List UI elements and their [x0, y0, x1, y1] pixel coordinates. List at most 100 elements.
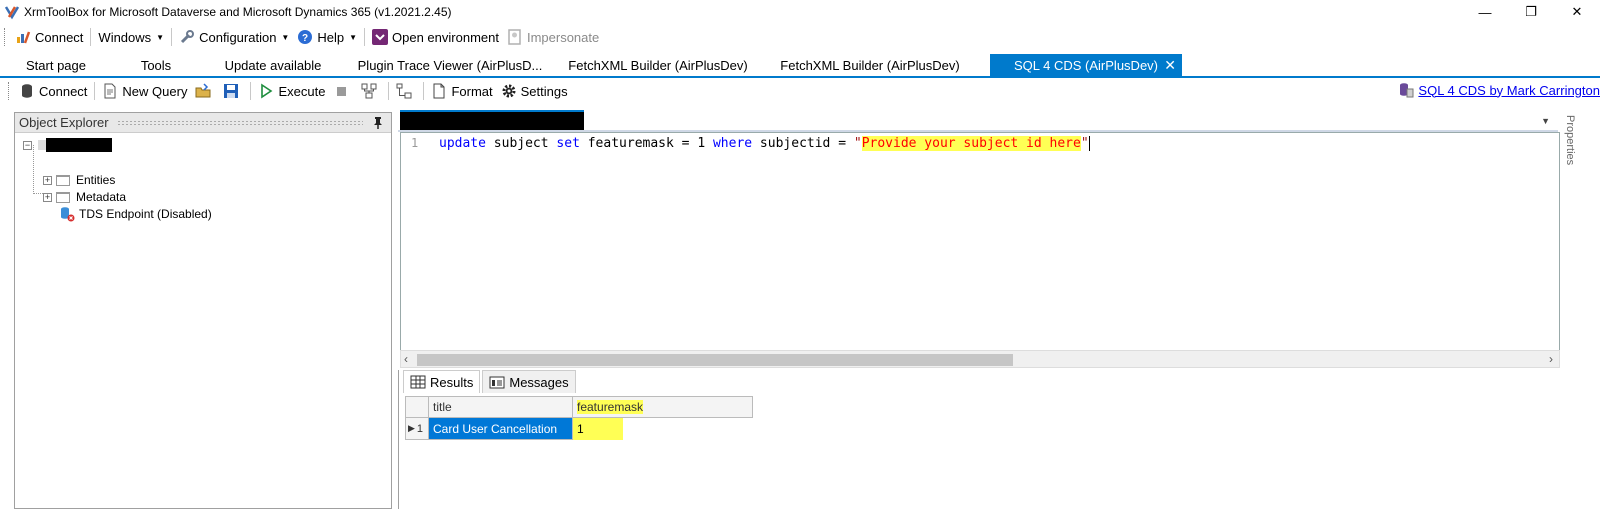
tab-results[interactable]: Results — [403, 370, 481, 393]
tab-label: Update available — [224, 57, 322, 73]
chevron-down-icon[interactable]: ▼ — [1541, 116, 1550, 126]
redacted-connection-name — [46, 138, 112, 152]
connect-button[interactable]: Connect — [11, 26, 87, 48]
toolbar-separator — [388, 82, 390, 100]
new-query-button[interactable]: New Query — [98, 80, 191, 102]
new-query-label: New Query — [122, 83, 188, 99]
stop-button[interactable] — [329, 80, 357, 102]
query-plan-button[interactable] — [392, 80, 420, 102]
scroll-right-icon[interactable]: › — [1549, 352, 1553, 366]
row-index: 1 — [416, 422, 424, 435]
xrmtoolbox-logo-icon — [4, 6, 20, 20]
execute-button[interactable]: Execute — [254, 80, 329, 102]
panel-drag-grip[interactable] — [116, 119, 363, 126]
line-number: 1 — [411, 136, 419, 150]
format-button[interactable]: Format — [427, 80, 496, 102]
collapse-icon[interactable]: − — [23, 140, 32, 150]
stop-icon — [337, 87, 347, 96]
minimize-button[interactable]: — — [1462, 0, 1508, 24]
expand-icon[interactable]: + — [43, 175, 52, 185]
horizontal-scrollbar[interactable]: ‹ › — [400, 350, 1560, 368]
windows-menu[interactable]: Windows ▼ — [94, 26, 168, 48]
tab-fetchxml-builder-1[interactable]: FetchXML Builder (AirPlusDev) — [560, 54, 756, 76]
close-icon[interactable]: ✕ — [1164, 57, 1176, 74]
string-quote: " — [853, 136, 862, 151]
row-header[interactable]: ▶ 1 — [405, 418, 429, 440]
object-explorer-header: Object Explorer — [15, 113, 391, 133]
convert-to-fetchxml-button[interactable] — [357, 80, 385, 102]
author-link-label: SQL 4 CDS by Mark Carrington — [1418, 82, 1600, 98]
sql-code-line[interactable]: update subject set featuremask = 1 where… — [439, 136, 1090, 151]
query-document-tab[interactable] — [400, 110, 584, 130]
toolbar-separator — [90, 28, 92, 46]
play-icon — [261, 83, 273, 99]
toolbar-separator — [171, 28, 173, 46]
help-menu[interactable]: ? Help ▼ — [293, 26, 361, 48]
toolbar-grip[interactable] — [8, 82, 11, 100]
settings-button[interactable]: Settings — [497, 80, 572, 102]
tab-update-available[interactable]: Update available — [210, 54, 336, 76]
tree-node-tds-endpoint[interactable]: TDS Endpoint (Disabled) — [59, 206, 212, 222]
tab-messages[interactable]: Messages — [482, 370, 576, 393]
help-icon: ? — [298, 30, 313, 44]
tab-start-page[interactable]: Start page — [10, 54, 102, 76]
column-header-label: featuremask — [577, 400, 644, 414]
tab-tools[interactable]: Tools — [116, 54, 196, 76]
tree-node-label: TDS Endpoint (Disabled) — [79, 207, 212, 221]
column-header-title[interactable]: title — [429, 396, 573, 418]
database-icon — [22, 84, 32, 98]
toolbar-separator — [250, 82, 252, 100]
scrollbar-thumb[interactable] — [417, 354, 1013, 366]
save-button[interactable] — [219, 80, 247, 102]
restore-button[interactable]: ❐ — [1508, 0, 1554, 24]
expand-icon[interactable]: + — [43, 192, 52, 202]
tab-fetchxml-builder-2[interactable]: FetchXML Builder (AirPlusDev) — [772, 54, 968, 76]
object-explorer-title: Object Explorer — [19, 115, 109, 130]
tds-endpoint-disabled-icon — [61, 207, 75, 222]
sql-editor[interactable]: 1 update subject set featuremask = 1 whe… — [400, 132, 1560, 352]
plugin-connect-button[interactable]: Connect — [15, 80, 91, 102]
cell-title[interactable]: Card User Cancellation — [429, 418, 573, 440]
scroll-left-icon[interactable]: ‹ — [404, 352, 408, 366]
pin-icon[interactable] — [371, 116, 385, 130]
windows-label: Windows — [98, 29, 152, 45]
tab-plugin-trace-viewer[interactable]: Plugin Trace Viewer (AirPlusD... — [354, 54, 546, 76]
configuration-menu[interactable]: Configuration ▼ — [175, 26, 293, 48]
tree-node-metadata[interactable]: + Metadata — [43, 189, 126, 205]
query-editor-area: ▼ 1 update subject set featuremask = 1 w… — [398, 110, 1600, 368]
properties-tab[interactable]: Properties — [1562, 115, 1576, 165]
cell-value: 1 — [573, 418, 623, 440]
row-indicator-icon: ▶ — [408, 423, 415, 433]
help-label: Help — [317, 29, 345, 45]
keyword-update: update — [439, 136, 486, 151]
save-icon — [224, 84, 239, 98]
open-environment-label: Open environment — [392, 29, 499, 45]
impersonate-button[interactable]: Impersonate — [503, 26, 603, 48]
execute-label: Execute — [278, 83, 326, 99]
settings-label: Settings — [520, 83, 568, 99]
folder-icon — [56, 174, 70, 186]
tree-node-connection[interactable]: − — [23, 137, 112, 153]
open-file-button[interactable] — [191, 80, 219, 102]
column-header-featuremask[interactable]: featuremask — [573, 396, 753, 418]
main-toolbar: Connect Windows ▼ Configuration ▼ ? Help… — [0, 24, 1600, 50]
toolbar-grip[interactable] — [4, 28, 7, 46]
tab-label: Plugin Trace Viewer (AirPlusD... — [357, 57, 543, 73]
tab-label: Start page — [26, 57, 86, 73]
tree-node-entities[interactable]: + Entities — [43, 172, 115, 188]
author-link[interactable]: SQL 4 CDS by Mark Carrington — [1398, 82, 1600, 98]
open-environment-button[interactable]: Open environment — [368, 26, 503, 48]
grid-icon — [410, 375, 426, 389]
diagram-icon — [361, 83, 377, 99]
cell-featuremask[interactable]: 1 — [573, 418, 753, 440]
close-window-button[interactable]: ✕ — [1554, 0, 1600, 24]
tab-results-label: Results — [430, 374, 474, 390]
string-literal: Provide your subject id here — [861, 136, 1081, 151]
grid-corner[interactable] — [405, 396, 429, 418]
object-explorer-panel: Object Explorer − + Entities + Metadata — [14, 112, 392, 509]
impersonate-icon — [508, 29, 521, 45]
table-row[interactable]: ▶ 1 Card User Cancellation 1 — [405, 418, 753, 440]
tab-sql-4-cds[interactable]: SQL 4 CDS (AirPlusDev) ✕ — [990, 54, 1182, 76]
impersonate-label: Impersonate — [526, 29, 600, 45]
tab-label: FetchXML Builder (AirPlusDev) — [780, 57, 960, 73]
